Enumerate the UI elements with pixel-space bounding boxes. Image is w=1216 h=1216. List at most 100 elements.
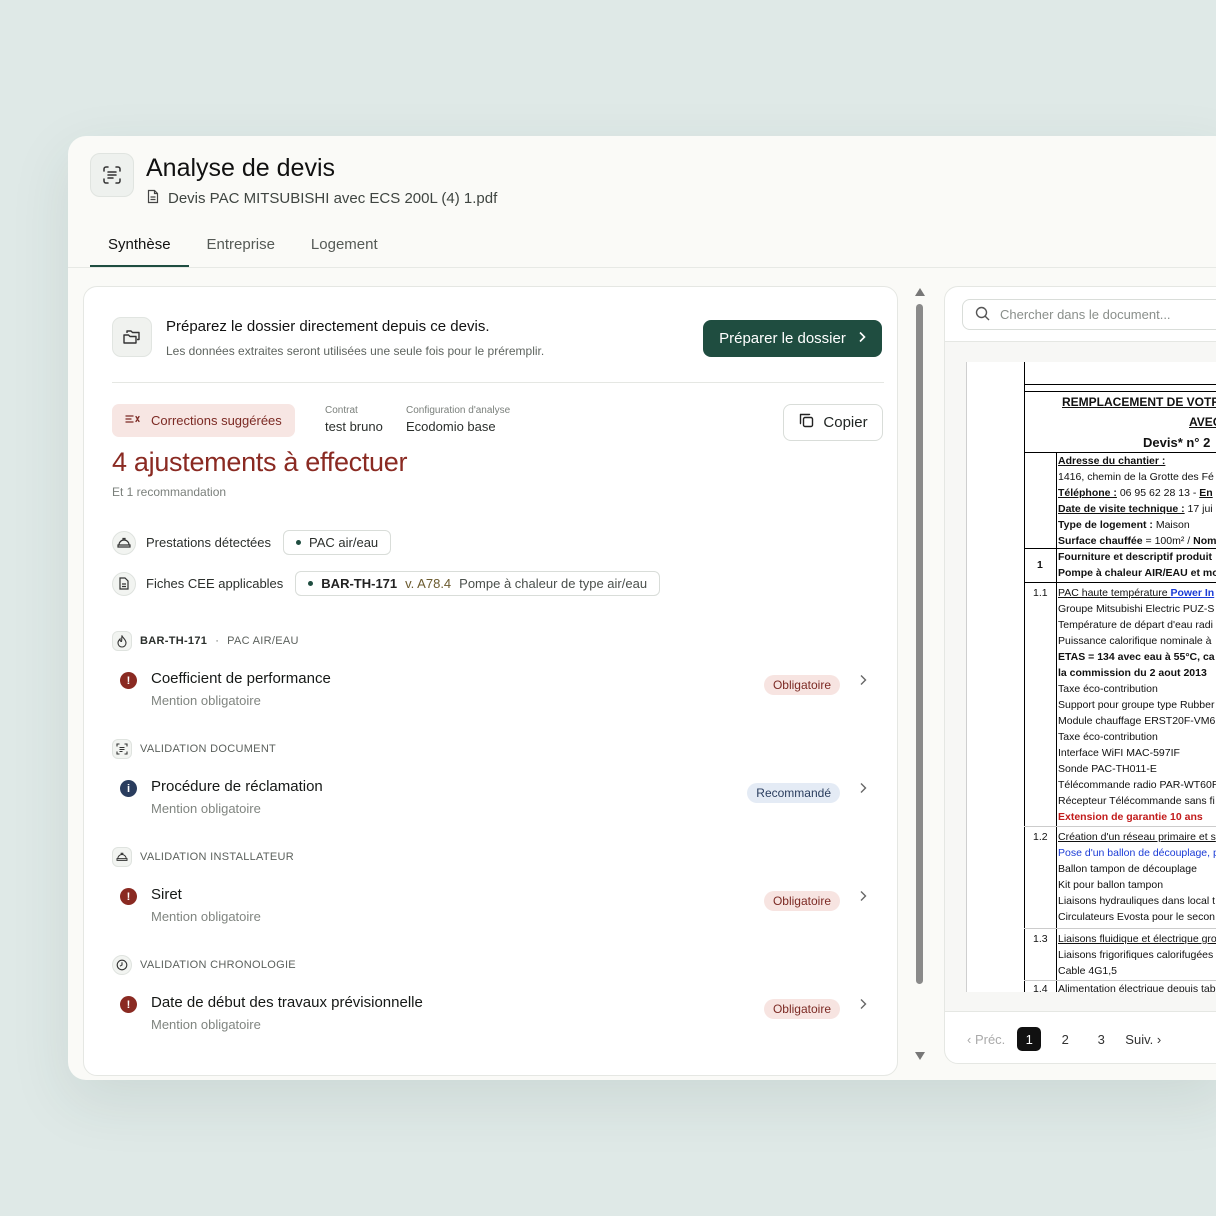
clock-icon [112,955,132,975]
doc-line: 1.2 [1033,831,1048,843]
check-item-subtitle: Mention obligatoire [151,801,261,816]
fiches-label: Fiches CEE applicables [146,576,284,591]
check-item-coefficient[interactable]: ! Coefficient de performance Mention obl… [120,670,867,712]
fiche-chip: BAR-TH-171 v. A78.4 Pompe à chaleur de t… [295,571,661,596]
prestations-row: Prestations détectées PAC air/eau [112,530,392,555]
config-meta: Configuration d'analyse Ecodomio base [406,405,510,434]
alert-icon: ! [120,996,137,1013]
page-button-2[interactable]: 2 [1053,1027,1077,1051]
doc-line: Création d'un réseau primaire et s [1058,831,1216,843]
doc-line: AVEC [1189,415,1216,429]
page-button-3[interactable]: 3 [1089,1027,1113,1051]
doc-line: Extension de garantie 10 ans [1058,811,1203,823]
pagination: ‹ Préc. 1 2 3 Suiv. › [967,1027,1161,1051]
section-header-validation-document: VALIDATION DOCUMENT [112,739,276,759]
section-separator: · [215,635,220,647]
doc-line: Sonde PAC-TH011-E [1058,763,1157,775]
check-item-reclamation[interactable]: i Procédure de réclamation Mention oblig… [120,778,867,820]
status-badge: Obligatoire [763,675,840,695]
search-input[interactable]: Chercher dans le document... [1000,307,1171,322]
helmet-icon [112,847,132,867]
contract-label: Contrat [325,405,358,416]
chevron-right-icon [858,997,870,1009]
table-border [1024,452,1216,453]
doc-line: 1.1 [1033,587,1048,599]
page-button-1[interactable]: 1 [1017,1027,1042,1051]
tab-synthese[interactable]: Synthèse [90,234,189,267]
scroll-down-arrow-icon[interactable] [915,1052,925,1060]
doc-line: Interface WiFI MAC-597IF [1058,747,1180,759]
document-page-area[interactable]: REMPLACEMENT DE VOTR AVEC Devis* n° 2 Ad… [945,342,1216,1012]
prestation-chip: PAC air/eau [283,530,392,555]
scroll-up-arrow-icon[interactable] [915,288,925,296]
tab-entreprise[interactable]: Entreprise [189,234,293,267]
prepare-subtitle: Les données extraites seront utilisées u… [166,344,545,358]
document-scan-icon [90,153,134,197]
adjustments-headline: 4 ajustements à effectuer [112,447,408,477]
section-tag: PAC AIR/EAU [227,635,299,647]
file-name-text: Devis PAC MITSUBISHI avec ECS 200L (4) 1… [168,190,498,207]
scroll-thumb[interactable] [916,304,923,984]
doc-line: Alimentation électrique depuis tab [1058,983,1216,992]
fiche-version: v. A78.4 [405,576,452,591]
status-badge: Recommandé [747,783,840,803]
next-page-button[interactable]: Suiv. › [1125,1032,1161,1047]
check-item-date-debut[interactable]: ! Date de début des travaux prévisionnel… [120,994,867,1036]
doc-line: Fourniture et descriptif produit [1058,551,1212,563]
document-search[interactable]: Chercher dans le document... [962,299,1216,330]
check-item-subtitle: Mention obligatoire [151,1017,261,1032]
page-title: Analyse de devis [146,154,336,182]
doc-line: Support pour groupe type Rubber [1058,699,1215,711]
check-item-title: Siret [151,886,182,903]
chevron-right-icon [858,330,866,347]
doc-line: Groupe Mitsubishi Electric PUZ-S [1058,603,1215,615]
info-icon: i [120,780,137,797]
divider [945,1011,1216,1012]
search-icon [975,306,990,324]
section-header-bar-th-171: BAR-TH-171 · PAC AIR/EAU [112,631,299,651]
doc-line: Adresse du chantier : [1058,455,1166,467]
previous-page-button[interactable]: ‹ Préc. [967,1032,1005,1047]
document-page: REMPLACEMENT DE VOTR AVEC Devis* n° 2 Ad… [966,362,1216,992]
contract-meta: Contrat test bruno [325,405,383,434]
config-label: Configuration d'analyse [406,405,511,416]
section-tag: VALIDATION INSTALLATEUR [140,851,295,863]
page-header: Analyse de devis Devis PAC MITSUBISHI av… [68,136,1216,268]
copy-button[interactable]: Copier [783,404,883,441]
alert-icon: ! [120,672,137,689]
check-item-subtitle: Mention obligatoire [151,693,261,708]
tab-logement[interactable]: Logement [293,234,396,267]
check-item-title: Date de début des travaux prévisionnelle [151,994,423,1011]
check-item-siret[interactable]: ! Siret Mention obligatoire Obligatoire [120,886,867,928]
prestations-label: Prestations détectées [146,535,272,550]
doc-line: 1.3 [1033,933,1048,945]
copy-icon [798,412,815,433]
table-border [1024,582,1216,583]
flame-icon [112,631,132,651]
section-header-validation-installateur: VALIDATION INSTALLATEUR [112,847,294,867]
status-badge: Obligatoire [763,999,840,1019]
file-icon [146,189,160,208]
doc-line: Cable 4G1,5 [1058,965,1117,977]
section-tag: VALIDATION DOCUMENT [140,743,277,755]
fiches-row: Fiches CEE applicables BAR-TH-171 v. A78… [112,571,661,596]
doc-line: Taxe éco-contribution [1058,731,1158,743]
fiche-code: BAR-TH-171 [321,576,398,591]
check-item-title: Procédure de réclamation [151,778,323,795]
doc-line: PAC haute température Power In [1058,587,1215,599]
doc-line: Liaisons frigorifiques calorifugées [1058,949,1214,961]
prepare-dossier-button[interactable]: Préparer le dossier [703,320,882,357]
doc-line: Récepteur Télécommande sans fi [1058,795,1215,807]
synthesis-scrollbar[interactable] [914,288,926,1060]
section-code: BAR-TH-171 [140,635,208,647]
doc-line: Ballon tampon de découplage [1058,863,1197,875]
doc-line: Température de départ d'eau radi [1058,619,1213,631]
doc-line: ETAS = 134 avec eau à 55°C, ca [1058,651,1215,663]
doc-line: Module chauffage ERST20F-VM6 [1058,715,1216,727]
doc-line: REMPLACEMENT DE VOTR [1062,395,1216,409]
config-value: Ecodomio base [406,419,496,434]
doc-line: 1 [1037,559,1043,571]
prepare-button-label: Préparer le dossier [719,330,846,347]
corrections-badge-label: Corrections suggérées [151,413,282,428]
doc-line: 1416, chemin de la Grotte des Fé [1058,471,1214,483]
